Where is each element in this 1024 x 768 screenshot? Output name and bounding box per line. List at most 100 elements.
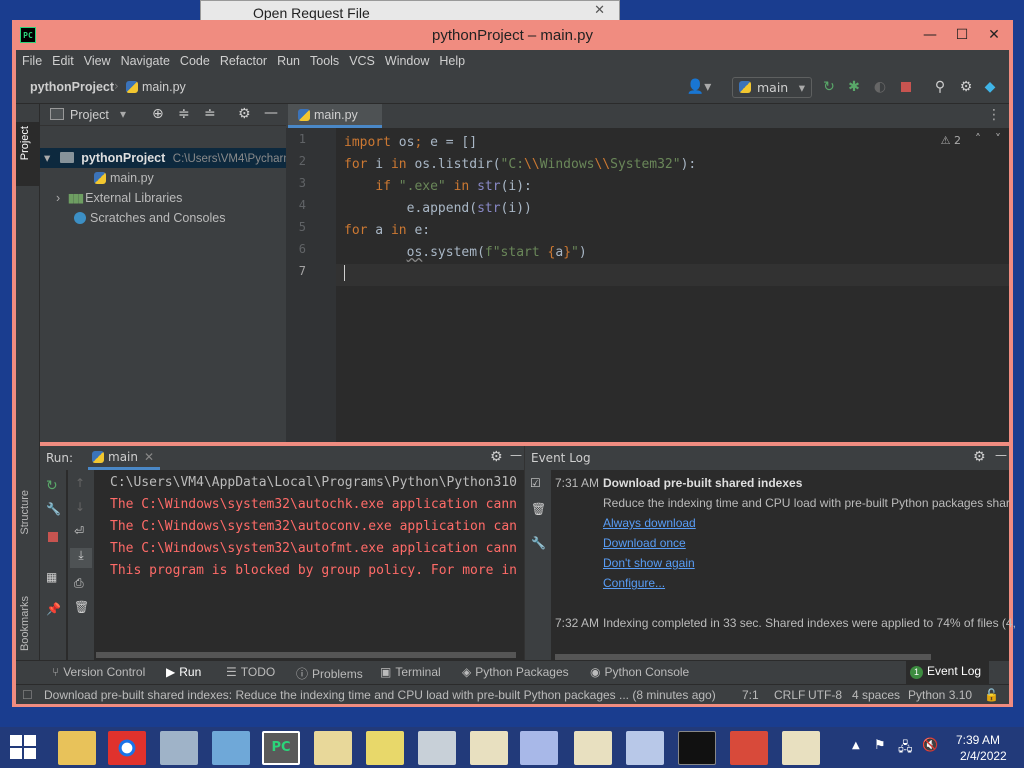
- wrench-icon[interactable]: 🔧: [46, 502, 61, 516]
- link-download-once[interactable]: Download once: [603, 536, 686, 550]
- tab-problems[interactable]: ⓘ Problems: [296, 665, 363, 682]
- tab-python-packages[interactable]: ◈ Python Packages: [462, 665, 569, 679]
- tray-expand-icon[interactable]: ▲: [852, 740, 860, 751]
- stop-icon[interactable]: [898, 79, 914, 95]
- hide-icon[interactable]: —: [510, 448, 522, 462]
- gear-icon[interactable]: ⚙: [958, 79, 974, 95]
- hide-icon[interactable]: —: [264, 105, 278, 121]
- tab-version-control[interactable]: ⑂ Version Control: [52, 665, 145, 679]
- code-line-7[interactable]: [344, 264, 345, 286]
- code-line-1[interactable]: import os; e = []: [344, 132, 477, 154]
- indent-setting[interactable]: 4 spaces: [852, 688, 900, 702]
- more-icon[interactable]: ⋮: [987, 107, 1001, 123]
- document-app-icon-3[interactable]: [782, 731, 820, 765]
- clock-time[interactable]: 7:39 AM: [956, 733, 1000, 747]
- gear-icon[interactable]: ⚙: [973, 449, 986, 465]
- bookmarks-stripe-button[interactable]: Bookmarks: [19, 596, 31, 651]
- locate-icon[interactable]: ⊕: [152, 106, 164, 122]
- menu-window[interactable]: Window: [385, 54, 429, 68]
- monitor-app-icon[interactable]: [160, 731, 198, 765]
- wrench-icon[interactable]: 🔧: [531, 536, 546, 550]
- rerun-icon[interactable]: ↻: [821, 79, 837, 95]
- pin-icon[interactable]: 📌: [46, 602, 61, 616]
- user-icon[interactable]: 👤▾: [684, 79, 714, 95]
- window-app-icon[interactable]: [314, 731, 352, 765]
- chevron-down-icon[interactable]: ▾: [120, 107, 126, 121]
- horizontal-scrollbar[interactable]: [96, 652, 516, 658]
- notepad-icon[interactable]: [212, 731, 250, 765]
- trash-icon[interactable]: 🗑: [531, 502, 546, 516]
- document-app-icon[interactable]: [470, 731, 508, 765]
- expand-all-icon[interactable]: ≑: [178, 106, 190, 122]
- code-line-6[interactable]: os.system(f"start {a}"): [344, 242, 587, 264]
- tree-item-main-py[interactable]: main.py: [40, 168, 286, 188]
- warning-indicator[interactable]: ⚠ 2: [941, 134, 961, 147]
- branch-selector[interactable]: main ▾: [732, 77, 812, 98]
- run-tab-main[interactable]: main ✕: [88, 446, 160, 470]
- status-toggle-icon[interactable]: ☐: [22, 688, 33, 702]
- print-icon[interactable]: ⎙: [74, 576, 84, 591]
- lambda-app-icon[interactable]: [520, 731, 558, 765]
- tools-app-icon[interactable]: [730, 731, 768, 765]
- trash-icon[interactable]: 🗑: [74, 600, 89, 614]
- arrow-up-icon[interactable]: ↑: [75, 476, 85, 490]
- tree-item-external-libraries[interactable]: › ▮▮▮ External Libraries: [40, 188, 286, 208]
- menu-help[interactable]: Help: [439, 54, 465, 68]
- menu-view[interactable]: View: [84, 54, 111, 68]
- mark-read-icon[interactable]: ☑: [530, 476, 541, 490]
- volume-icon[interactable]: 🔇: [922, 738, 938, 753]
- gear-icon[interactable]: ⚙: [490, 449, 503, 465]
- interpreter[interactable]: Python 3.10: [908, 688, 972, 702]
- close-icon[interactable]: ✕: [594, 3, 605, 18]
- status-message[interactable]: Download pre-built shared indexes: Reduc…: [44, 688, 716, 702]
- project-stripe-button[interactable]: Project: [19, 126, 31, 160]
- coverage-icon[interactable]: ◐: [872, 79, 888, 95]
- link-always-download[interactable]: Always download: [603, 516, 696, 530]
- hide-icon[interactable]: —: [995, 448, 1007, 462]
- code-line-2[interactable]: for i in os.listdir("C:\\Windows\\System…: [344, 154, 696, 176]
- structure-stripe-button[interactable]: Structure: [19, 490, 31, 535]
- code-line-5[interactable]: for a in e:: [344, 220, 430, 242]
- pycharm-taskbar-icon[interactable]: PC: [262, 731, 300, 765]
- rerun-icon[interactable]: ↻: [46, 478, 58, 494]
- soft-wrap-icon[interactable]: ⏎: [74, 524, 84, 538]
- debug-icon[interactable]: ✱: [846, 79, 862, 95]
- menu-file[interactable]: File: [22, 54, 42, 68]
- search-icon[interactable]: ⚲: [932, 79, 948, 95]
- start-button[interactable]: [10, 735, 38, 761]
- flag-icon[interactable]: ⚑: [874, 738, 886, 753]
- code-line-3[interactable]: if ".exe" in str(i):: [344, 176, 532, 198]
- caret-position[interactable]: 7:1: [742, 688, 759, 702]
- chrome-icon[interactable]: [108, 731, 146, 765]
- code-line-4[interactable]: e.append(str(i)): [344, 198, 532, 220]
- arrow-down-icon[interactable]: ↓: [75, 500, 85, 514]
- breadcrumb-file[interactable]: main.py: [126, 80, 186, 94]
- document-app-icon-2[interactable]: [574, 731, 612, 765]
- menu-run[interactable]: Run: [277, 54, 300, 68]
- calculator-icon[interactable]: [418, 731, 456, 765]
- tab-todo[interactable]: ☰ TODO: [226, 665, 275, 679]
- close-button[interactable]: ✕: [979, 24, 1009, 46]
- tab-terminal[interactable]: ▣ Terminal: [380, 665, 441, 679]
- menu-refactor[interactable]: Refactor: [220, 54, 267, 68]
- layout-icon[interactable]: ▦: [46, 570, 57, 584]
- gear-icon[interactable]: ⚙: [238, 106, 251, 122]
- collapse-all-icon[interactable]: ≐: [204, 106, 216, 122]
- menu-tools[interactable]: Tools: [310, 54, 339, 68]
- tree-item-scratches[interactable]: Scratches and Consoles: [40, 208, 286, 228]
- command-prompt-icon[interactable]: [678, 731, 716, 765]
- menu-code[interactable]: Code: [180, 54, 210, 68]
- link-configure[interactable]: Configure...: [603, 576, 665, 590]
- jetbrains-icon[interactable]: ◆: [982, 79, 998, 95]
- tree-item-project-root[interactable]: ▾ pythonProject C:\Users\VM4\Pycharm: [40, 148, 286, 168]
- menu-edit[interactable]: Edit: [52, 54, 74, 68]
- line-separator[interactable]: CRLF: [774, 688, 805, 702]
- stop-icon[interactable]: [48, 532, 58, 542]
- next-highlight-icon[interactable]: ˅: [995, 132, 1001, 146]
- project-panel-title[interactable]: Project: [70, 108, 109, 122]
- maximize-button[interactable]: ☐: [947, 24, 977, 46]
- tab-run[interactable]: ▶ Run: [166, 665, 201, 679]
- close-icon[interactable]: ✕: [144, 450, 154, 464]
- installer-app-icon[interactable]: [626, 731, 664, 765]
- tab-event-log[interactable]: 1 Event Log: [906, 661, 990, 684]
